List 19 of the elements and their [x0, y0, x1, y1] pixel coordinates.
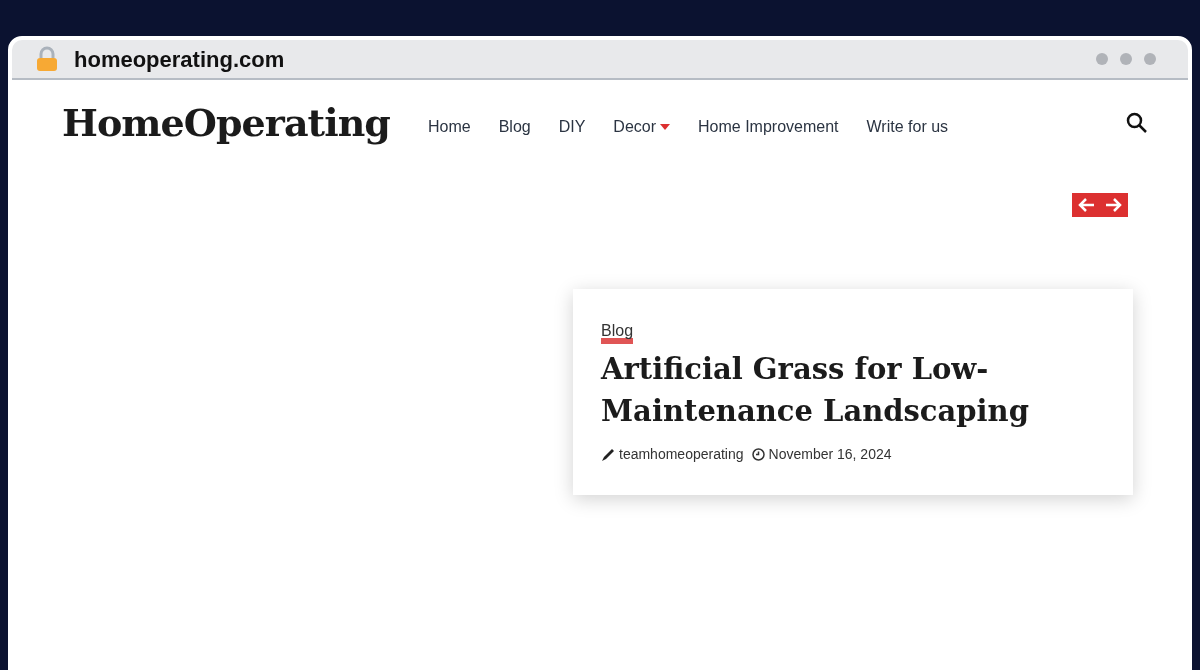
site-logo[interactable]: HomeOperating [62, 94, 390, 151]
pen-icon [601, 447, 615, 462]
nav-link[interactable]: DIY [558, 114, 586, 139]
nav-link[interactable]: Decor [613, 114, 657, 139]
lock-icon [36, 46, 58, 72]
nav-link[interactable]: Blog [498, 114, 531, 139]
author-link[interactable]: teamhomeoperating [619, 444, 744, 465]
caret-icon[interactable] [660, 123, 671, 130]
url-text: homeoperating.com [74, 45, 285, 74]
arrow-left-icon[interactable] [1078, 196, 1096, 214]
search-icon[interactable] [1126, 111, 1148, 134]
post-title[interactable]: Artificial Grass for Low-Maintenance Landscaping [601, 348, 1105, 432]
nav-link[interactable]: Write for us [866, 114, 949, 139]
nav-link[interactable]: Home [427, 114, 471, 139]
clock-icon [751, 448, 765, 461]
arrow-right-icon[interactable] [1104, 196, 1122, 214]
category-link[interactable]: Blog [601, 324, 634, 344]
post-date: November 16, 2024 [768, 445, 892, 464]
nav-link[interactable]: Home Improvement [698, 114, 839, 139]
